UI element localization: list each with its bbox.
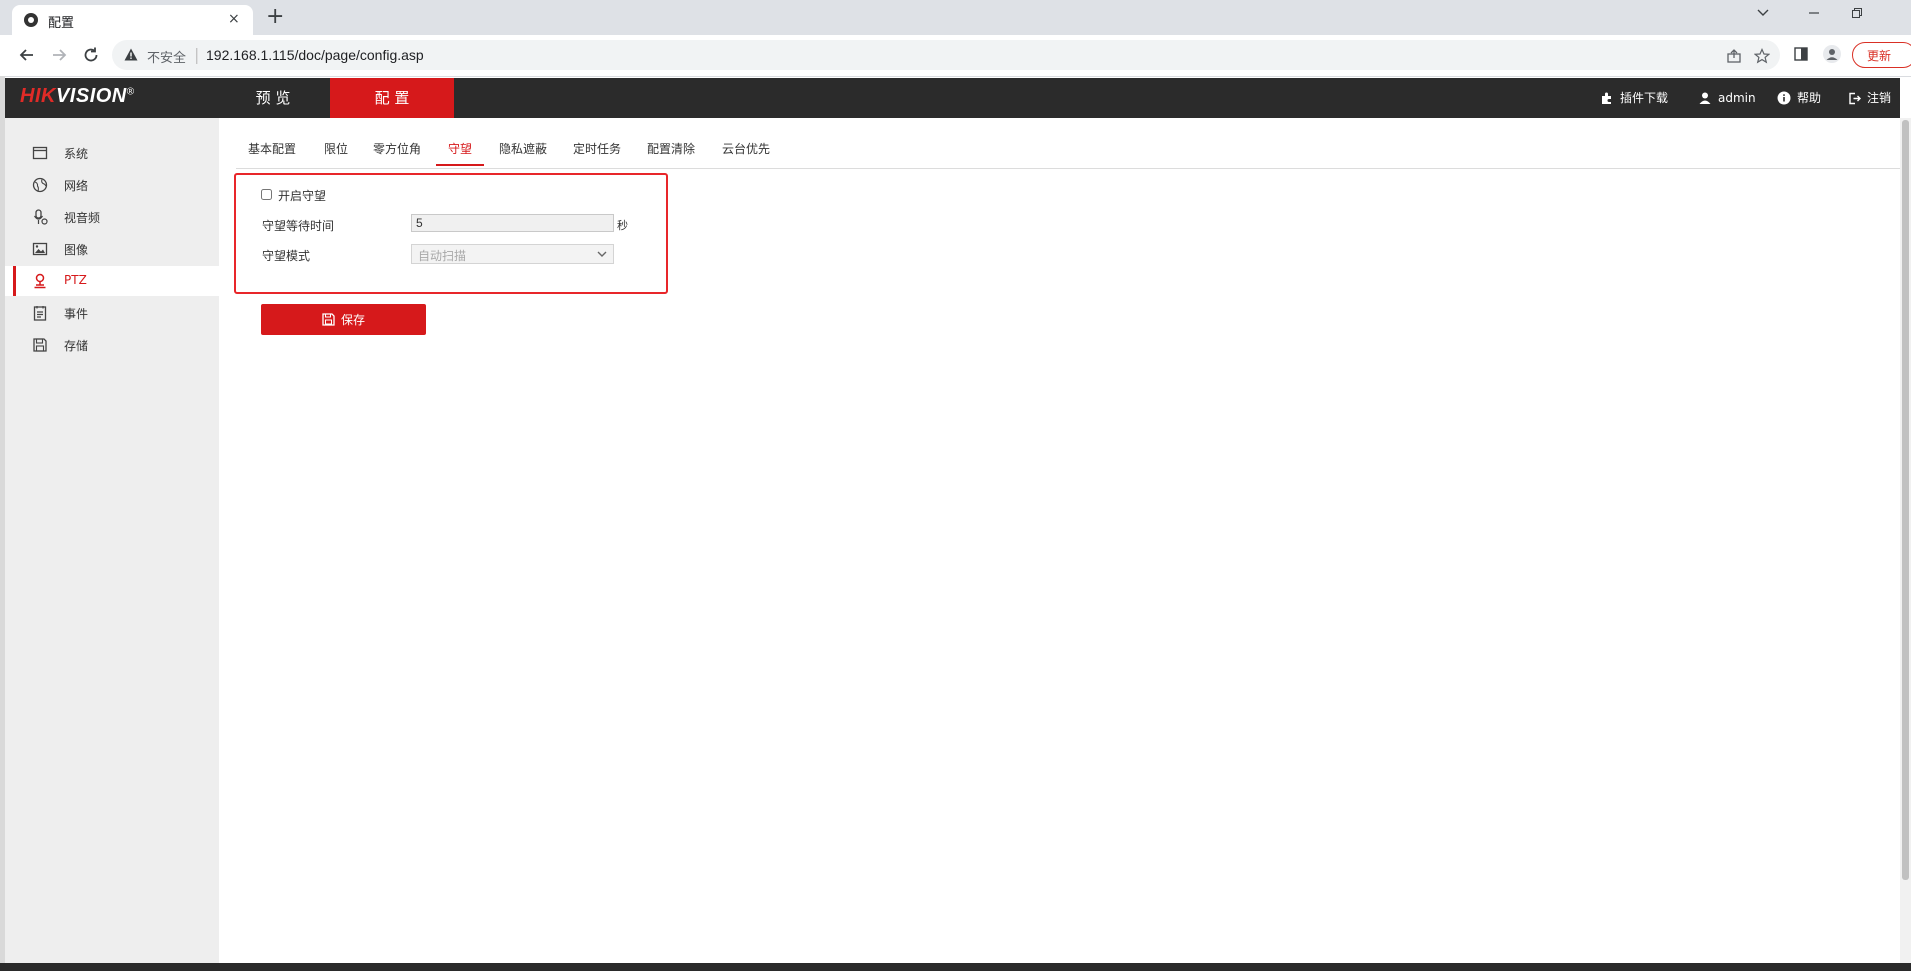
url-text[interactable]: 192.168.1.115/doc/page/config.asp	[206, 47, 424, 63]
park-mode-label: 守望模式	[262, 249, 311, 263]
tab-scheduled-task[interactable]: 定时任务	[573, 140, 621, 157]
logo-suffix: VISION	[55, 85, 127, 107]
sidebar-item-label: 事件	[64, 307, 89, 321]
bookmark-star-icon[interactable]	[1754, 48, 1770, 64]
sidebar-item-audio-video[interactable]: 视音频	[5, 202, 219, 232]
sidebar-item-network[interactable]: 网络	[5, 170, 219, 200]
new-tab-button[interactable]: +	[266, 4, 284, 30]
update-button[interactable]: 更新	[1852, 42, 1911, 68]
wait-time-unit: 秒	[617, 219, 628, 232]
side-panel-icon[interactable]	[1793, 46, 1809, 62]
image-icon	[32, 241, 48, 257]
logout-icon	[1848, 92, 1861, 105]
chevron-down-icon	[597, 250, 607, 258]
globe-icon	[32, 177, 48, 193]
sidebar-item-ptz[interactable]: PTZ	[5, 266, 219, 296]
profile-avatar-icon[interactable]	[1823, 45, 1841, 63]
user-name: admin	[1718, 91, 1756, 105]
sidebar-item-label: 视音频	[64, 211, 101, 225]
browser-tab[interactable]: 配置 ×	[12, 5, 253, 35]
active-tab-indicator	[436, 164, 484, 166]
sidebar-item-label: 图像	[64, 243, 89, 257]
nav-config[interactable]: 配 置	[330, 78, 454, 118]
scrollbar[interactable]	[1900, 118, 1911, 963]
help-link[interactable]: 帮助	[1777, 78, 1821, 118]
sidebar-item-storage[interactable]: 存储	[5, 330, 219, 360]
tab-privacy-mask[interactable]: 隐私遮蔽	[499, 140, 547, 157]
tab-search-icon[interactable]	[1756, 6, 1770, 20]
logo-prefix: HIK	[20, 85, 56, 107]
mic-icon	[32, 209, 48, 225]
enable-park-checkbox[interactable]	[261, 189, 272, 200]
plugin-download-link[interactable]: 插件下载	[1600, 78, 1668, 118]
favicon-icon	[24, 13, 38, 27]
tab-title: 配置	[48, 16, 75, 31]
wait-time-label: 守望等待时间	[262, 219, 335, 233]
ptz-icon	[32, 273, 48, 289]
help-label: 帮助	[1797, 91, 1822, 105]
sidebar-item-image[interactable]: 图像	[5, 234, 219, 264]
tab-limit[interactable]: 限位	[324, 140, 348, 157]
taskbar-edge	[0, 963, 1911, 971]
plugin-download-label: 插件下载	[1620, 91, 1669, 105]
tab-close-icon[interactable]: ×	[228, 11, 240, 27]
puzzle-icon	[1600, 91, 1614, 105]
info-icon	[1777, 91, 1791, 105]
system-icon	[32, 145, 48, 161]
sidebar: 系统 网络 视音频 图像 PTZ 事件 存储	[5, 118, 219, 963]
sidebar-item-label: PTZ	[64, 273, 87, 287]
park-mode-select[interactable]: 自动扫描	[411, 244, 614, 264]
sub-tab-bar: 基本配置 限位 零方位角 守望 隐私遮蔽 定时任务 配置清除 云台优先	[236, 132, 1900, 169]
enable-park-label[interactable]: 开启守望	[278, 187, 326, 204]
reload-icon[interactable]	[80, 44, 102, 66]
app-header: HIKVISION® 预 览 配 置 插件下载 admin 帮助 注销	[5, 78, 1900, 118]
tab-basic-config[interactable]: 基本配置	[248, 140, 296, 157]
save-button[interactable]: 保存	[261, 304, 426, 335]
browser-tab-strip: 配置 × +	[0, 0, 1911, 35]
logout-label: 注销	[1867, 91, 1892, 105]
save-icon	[322, 313, 335, 326]
user-icon	[1698, 91, 1712, 105]
nav-preview[interactable]: 预 览	[221, 78, 325, 118]
park-mode-value: 自动扫描	[418, 249, 467, 263]
tab-zero-azimuth[interactable]: 零方位角	[373, 140, 421, 157]
user-link[interactable]: admin	[1698, 78, 1756, 118]
share-icon[interactable]	[1726, 48, 1742, 64]
scrollbar-thumb[interactable]	[1902, 120, 1909, 880]
save-label: 保存	[340, 313, 365, 327]
logo-registered-mark: ®	[126, 86, 135, 98]
tab-park-action[interactable]: 守望	[448, 140, 472, 157]
hikvision-logo: HIKVISION®	[20, 85, 135, 108]
wait-time-input[interactable]	[411, 214, 614, 232]
security-label[interactable]: 不安全	[147, 47, 186, 66]
sidebar-item-label: 存储	[64, 339, 89, 353]
url-separator: |	[194, 45, 200, 64]
storage-icon	[32, 337, 48, 353]
tab-ptz-priority[interactable]: 云台优先	[722, 140, 770, 157]
minimize-icon[interactable]	[1807, 6, 1821, 20]
warning-icon[interactable]	[124, 48, 138, 61]
forward-arrow-icon[interactable]	[48, 44, 70, 66]
tab-clear-config[interactable]: 配置清除	[647, 140, 695, 157]
logout-link[interactable]: 注销	[1848, 78, 1891, 118]
browser-toolbar: 不安全 | 192.168.1.115/doc/page/config.asp …	[0, 35, 1911, 77]
back-arrow-icon[interactable]	[16, 44, 38, 66]
sidebar-item-system[interactable]: 系统	[5, 138, 219, 168]
sidebar-item-label: 系统	[64, 147, 89, 161]
sidebar-item-event[interactable]: 事件	[5, 298, 219, 328]
sidebar-item-label: 网络	[64, 179, 89, 193]
address-bar[interactable]: 不安全 | 192.168.1.115/doc/page/config.asp	[112, 40, 1780, 70]
restore-icon[interactable]	[1850, 6, 1864, 20]
event-icon	[32, 305, 48, 321]
